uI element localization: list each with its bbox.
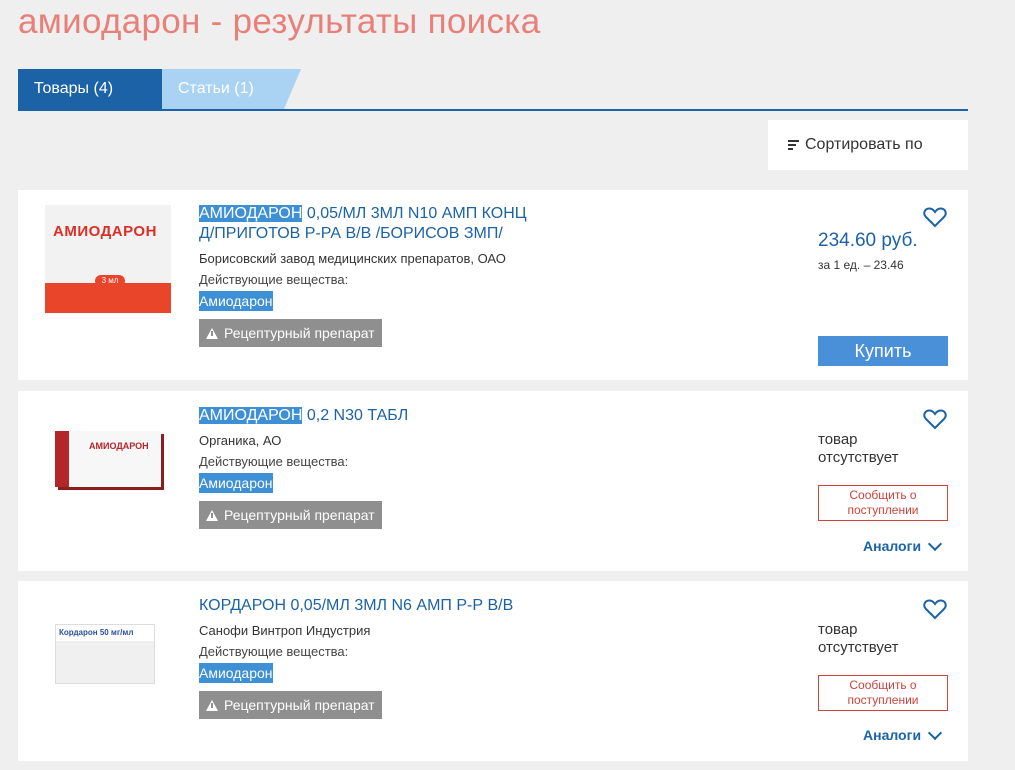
active-substance-link[interactable]: Амиодарон: [199, 663, 273, 683]
title-rest: 0,2 N30 ТАБЛ: [302, 407, 409, 424]
active-substances-label: Действующие вещества:: [199, 644, 349, 659]
warning-icon: [206, 327, 218, 339]
heart-icon[interactable]: [923, 408, 947, 430]
product-image-stripe: [45, 283, 171, 313]
sort-label: Сортировать по: [805, 136, 923, 153]
product-card: АМИОДАРОН АМИОДАРОН 0,2 N30 ТАБЛ Органик…: [18, 391, 968, 571]
product-info: АМИОДАРОН 0,2 N30 ТАБЛ Органика, АО Дейс…: [199, 406, 529, 529]
tabs: Товары (4) Статьи (1): [18, 69, 968, 111]
buy-button[interactable]: Купить: [818, 336, 948, 366]
product-card: АМИОДАРОН 3 мл АМИОДАРОН 0,05/МЛ 3МЛ N10…: [18, 190, 968, 380]
prescription-label: Рецептурный препарат: [224, 697, 375, 713]
active-substances-label: Действующие вещества:: [199, 454, 349, 469]
price: 234.60 руб.: [818, 230, 918, 251]
manufacturer: Органика, АО: [199, 433, 282, 448]
warning-icon: [206, 699, 218, 711]
product-image-label: АМИОДАРОН: [53, 223, 157, 240]
active-substances-label: Действующие вещества:: [199, 272, 349, 287]
product-title[interactable]: АМИОДАРОН 0,2 N30 ТАБЛ: [199, 406, 529, 426]
sort-icon: [788, 139, 800, 151]
chevron-down-icon: [927, 536, 943, 551]
product-title[interactable]: АМИОДАРОН 0,05/МЛ 3МЛ N10 АМП КОНЦ Д/ПРИ…: [199, 204, 529, 244]
out-of-stock-label: товар отсутствует: [818, 621, 899, 656]
product-image-label: АМИОДАРОН: [89, 441, 149, 451]
prescription-badge: Рецептурный препарат: [199, 501, 382, 529]
heart-icon[interactable]: [923, 598, 947, 620]
title-highlight: АМИОДАРОН: [199, 205, 303, 222]
warning-icon: [206, 509, 218, 521]
analogs-button[interactable]: Аналоги: [863, 725, 943, 743]
notify-button[interactable]: Сообщить о поступлении: [818, 675, 948, 711]
out-of-stock-label: товар отсутствует: [818, 431, 899, 466]
prescription-label: Рецептурный препарат: [224, 507, 375, 523]
prescription-label: Рецептурный препарат: [224, 325, 375, 341]
analogs-button[interactable]: Аналоги: [863, 536, 943, 554]
product-title[interactable]: КОРДАРОН 0,05/МЛ 3МЛ N6 АМП Р-Р В/В: [199, 596, 529, 616]
page-title: амиодарон - результаты поиска: [18, 2, 541, 41]
product-image[interactable]: АМИОДАРОН: [55, 431, 161, 487]
product-image-label: Кордарон 50 мг/мл: [59, 628, 134, 637]
title-highlight: АМИОДАРОН: [199, 407, 303, 424]
heart-icon[interactable]: [923, 206, 947, 228]
sort-button[interactable]: Сортировать по: [768, 120, 968, 170]
product-image-stripe: [55, 431, 69, 487]
tab-goods[interactable]: Товары (4): [18, 69, 180, 109]
active-substance-link[interactable]: Амиодарон: [199, 291, 273, 311]
prescription-badge: Рецептурный препарат: [199, 319, 382, 347]
product-image[interactable]: АМИОДАРОН 3 мл: [45, 205, 171, 313]
tab-articles[interactable]: Статьи (1): [162, 69, 301, 109]
prescription-badge: Рецептурный препарат: [199, 691, 382, 719]
product-image[interactable]: Кордарон 50 мг/мл: [55, 624, 155, 684]
chevron-down-icon: [927, 725, 943, 740]
analogs-label: Аналоги: [863, 727, 922, 743]
manufacturer: Санофи Винтроп Индустрия: [199, 623, 371, 638]
product-info: КОРДАРОН 0,05/МЛ 3МЛ N6 АМП Р-Р В/В Сано…: [199, 596, 529, 719]
notify-button[interactable]: Сообщить о поступлении: [818, 485, 948, 521]
manufacturer: Борисовский завод медицинских препаратов…: [199, 251, 506, 266]
product-card: Кордарон 50 мг/мл КОРДАРОН 0,05/МЛ 3МЛ N…: [18, 581, 968, 761]
product-image-pill: 3 мл: [95, 275, 125, 287]
active-substance-link[interactable]: Амиодарон: [199, 473, 273, 493]
analogs-label: Аналоги: [863, 538, 922, 554]
unit-price: за 1 ед. – 23.46: [818, 258, 904, 272]
product-info: АМИОДАРОН 0,05/МЛ 3МЛ N10 АМП КОНЦ Д/ПРИ…: [199, 204, 529, 347]
